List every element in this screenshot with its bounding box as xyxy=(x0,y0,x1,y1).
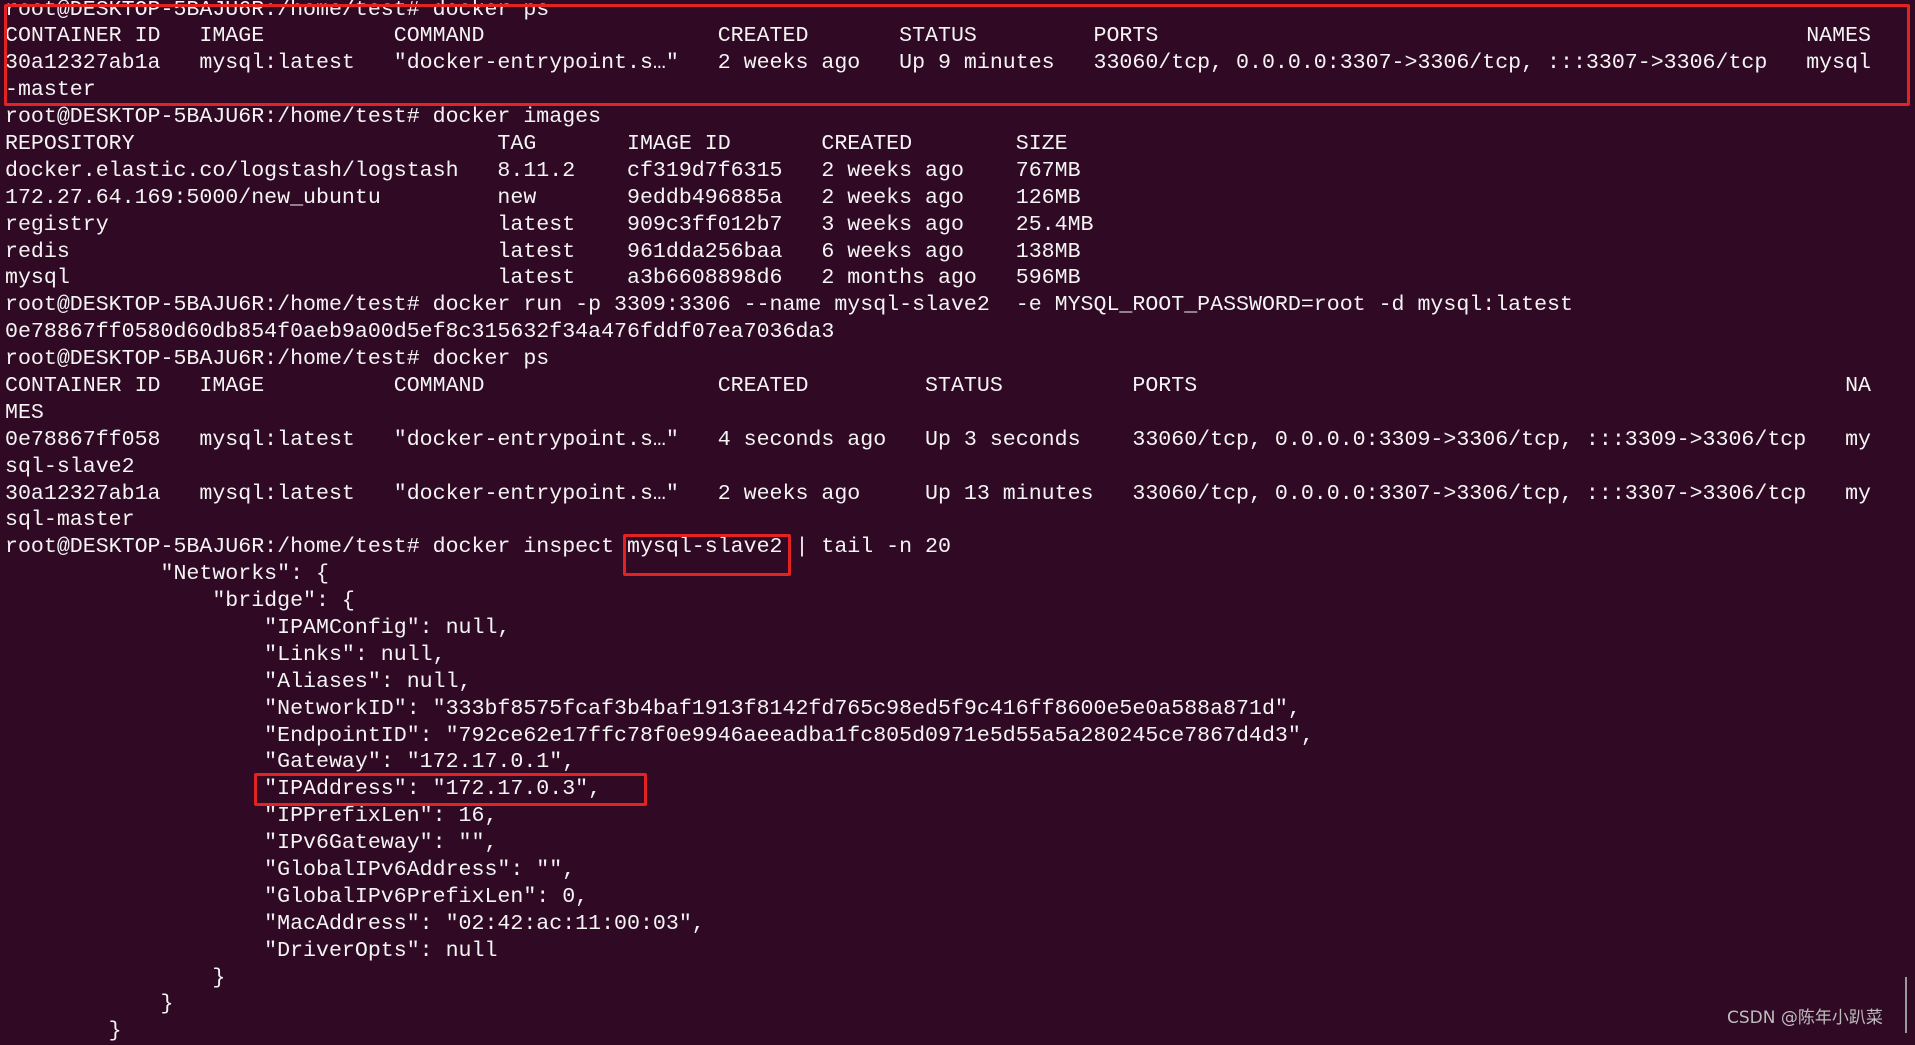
terminal-line: "Links": null, xyxy=(5,642,446,667)
terminal-line: 0e78867ff058 mysql:latest "docker-entryp… xyxy=(5,427,1872,452)
terminal-line: registry latest 909c3ff012b7 3 weeks ago… xyxy=(5,212,1094,237)
terminal-line: "IPAMConfig": null, xyxy=(5,615,511,640)
terminal-line: root@DESKTOP-5BAJU6R:/home/test# docker … xyxy=(5,535,951,560)
terminal-line: 0e78867ff0580d60db854f0aeb9a00d5ef8c3156… xyxy=(5,320,835,345)
terminal-line: "Networks": { xyxy=(5,562,329,587)
terminal-line: root@DESKTOP-5BAJU6R:/home/test# docker … xyxy=(5,347,550,372)
terminal-line: "GlobalIPv6PrefixLen": 0, xyxy=(5,884,589,909)
terminal-line: } xyxy=(5,992,174,1017)
terminal-line: } xyxy=(5,1019,122,1044)
terminal-line: "EndpointID": "792ce62e17ffc78f0e9946aee… xyxy=(5,723,1314,748)
terminal-line: "IPv6Gateway": "", xyxy=(5,831,498,856)
terminal-line: "MacAddress": "02:42:ac:11:00:03", xyxy=(5,911,705,936)
terminal-line: "bridge": { xyxy=(5,589,355,614)
watermark: CSDN @陈年小趴菜 xyxy=(1727,1008,1883,1028)
terminal-line: sql-slave2 xyxy=(5,454,135,479)
terminal-line: redis latest 961dda256baa 6 weeks ago 13… xyxy=(5,239,1081,264)
terminal-line: "NetworkID": "333bf8575fcaf3b4baf1913f81… xyxy=(5,696,1301,721)
terminal-line: "IPPrefixLen": 16, xyxy=(5,804,498,829)
terminal-line: docker.elastic.co/logstash/logstash 8.11… xyxy=(5,158,1081,183)
scrollbar[interactable] xyxy=(1905,977,1907,1033)
terminal-line: CONTAINER ID IMAGE COMMAND CREATED STATU… xyxy=(5,373,1872,398)
terminal-line: "GlobalIPv6Address": "", xyxy=(5,858,576,882)
terminal-line: MES xyxy=(5,400,44,425)
terminal-line: root@DESKTOP-5BAJU6R:/home/test# docker … xyxy=(5,105,602,130)
terminal-line: REPOSITORY TAG IMAGE ID CREATED SIZE xyxy=(5,131,1068,156)
highlight-docker-ps-output xyxy=(4,4,1910,106)
terminal-line: "Aliases": null, xyxy=(5,669,472,694)
terminal-line: root@DESKTOP-5BAJU6R:/home/test# docker … xyxy=(5,293,1573,318)
highlight-ip-address xyxy=(254,773,647,806)
terminal-output[interactable]: root@DESKTOP-5BAJU6R:/home/test# docker … xyxy=(5,0,1871,1045)
terminal-line: sql-master xyxy=(5,508,135,533)
terminal-line: 30a12327ab1a mysql:latest "docker-entryp… xyxy=(5,481,1872,506)
terminal-line: "DriverOpts": null xyxy=(5,938,498,963)
terminal-line: mysql latest a3b6608898d6 2 months ago 5… xyxy=(5,266,1081,291)
highlight-container-name xyxy=(623,534,791,576)
terminal-line: 172.27.64.169:5000/new_ubuntu new 9eddb4… xyxy=(5,185,1081,210)
terminal-line: } xyxy=(5,965,226,990)
